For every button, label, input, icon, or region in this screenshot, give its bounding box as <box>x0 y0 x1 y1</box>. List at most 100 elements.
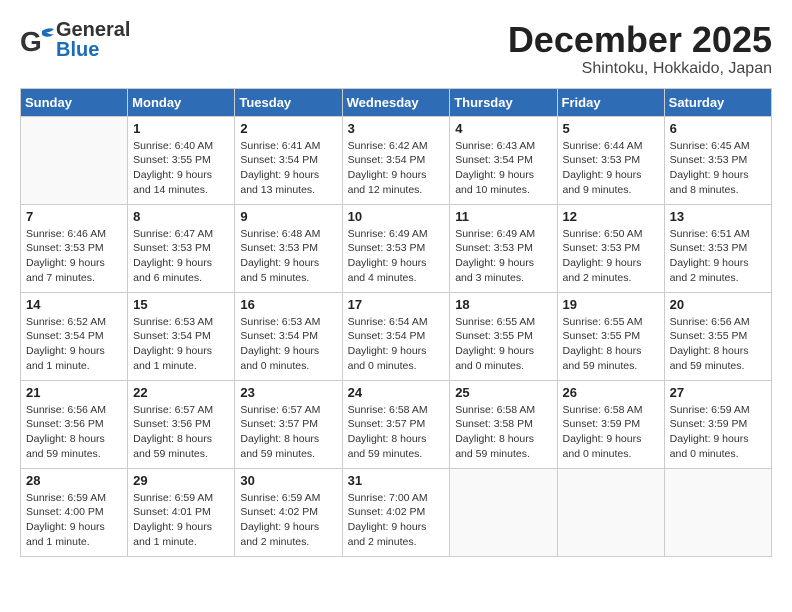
day-number: 31 <box>348 473 445 488</box>
calendar-cell <box>21 116 128 204</box>
day-number: 7 <box>26 209 122 224</box>
calendar-cell: 27 Sunrise: 6:59 AM Sunset: 3:59 PM Dayli… <box>664 380 771 468</box>
calendar-cell: 30Sunrise: 6:59 AM Sunset: 4:02 PM Dayli… <box>235 468 342 556</box>
day-number: 26 <box>563 385 659 400</box>
calendar-cell: 4Sunrise: 6:43 AM Sunset: 3:54 PM Daylig… <box>450 116 557 204</box>
day-info: Sunrise: 6:40 AM Sunset: 3:55 PM Dayligh… <box>133 139 229 198</box>
day-info: Sunrise: 6:58 AM Sunset: 3:57 PM Dayligh… <box>348 403 445 462</box>
day-header-monday: Monday <box>128 88 235 116</box>
calendar-cell: 29 Sunrise: 6:59 AM Sunset: 4:01 PM Dayli… <box>128 468 235 556</box>
day-number: 10 <box>348 209 445 224</box>
calendar-cell: 21Sunrise: 6:56 AM Sunset: 3:56 PM Dayli… <box>21 380 128 468</box>
calendar-cell: 10 Sunrise: 6:49 AM Sunset: 3:53 PM Dayli… <box>342 204 450 292</box>
day-info: Sunrise: 6:47 AM Sunset: 3:53 PM Dayligh… <box>133 227 229 286</box>
day-info: Sunrise: 6:50 AM Sunset: 3:53 PM Dayligh… <box>563 227 659 286</box>
day-header-wednesday: Wednesday <box>342 88 450 116</box>
calendar-cell: 5 Sunrise: 6:44 AM Sunset: 3:53 PM Daylig… <box>557 116 664 204</box>
calendar-cell: 2 Sunrise: 6:41 AM Sunset: 3:54 PM Daylig… <box>235 116 342 204</box>
calendar-cell: 24 Sunrise: 6:58 AM Sunset: 3:57 PM Dayli… <box>342 380 450 468</box>
day-number: 20 <box>670 297 766 312</box>
calendar-week-3: 14Sunrise: 6:52 AM Sunset: 3:54 PM Dayli… <box>21 292 772 380</box>
day-number: 28 <box>26 473 122 488</box>
day-number: 5 <box>563 121 659 136</box>
day-number: 14 <box>26 297 122 312</box>
calendar-cell: 26 Sunrise: 6:58 AM Sunset: 3:59 PM Dayli… <box>557 380 664 468</box>
day-number: 24 <box>348 385 445 400</box>
day-info: Sunrise: 7:00 AM Sunset: 4:02 PM Dayligh… <box>348 491 445 550</box>
day-info: Sunrise: 6:56 AM Sunset: 3:55 PM Dayligh… <box>670 315 766 374</box>
calendar-cell: 11 Sunrise: 6:49 AM Sunset: 3:53 PM Dayli… <box>450 204 557 292</box>
calendar-cell: 28 Sunrise: 6:59 AM Sunset: 4:00 PM Dayli… <box>21 468 128 556</box>
calendar-cell: 17 Sunrise: 6:54 AM Sunset: 3:54 PM Dayli… <box>342 292 450 380</box>
day-number: 15 <box>133 297 229 312</box>
day-info: Sunrise: 6:49 AM Sunset: 3:53 PM Dayligh… <box>455 227 551 286</box>
day-number: 23 <box>240 385 336 400</box>
calendar-week-2: 7 Sunrise: 6:46 AM Sunset: 3:53 PM Daylig… <box>21 204 772 292</box>
day-number: 27 <box>670 385 766 400</box>
day-number: 21 <box>26 385 122 400</box>
day-info: Sunrise: 6:58 AM Sunset: 3:59 PM Dayligh… <box>563 403 659 462</box>
page-header: G General Blue December 2025 Shintoku, H… <box>20 20 772 78</box>
day-number: 18 <box>455 297 551 312</box>
day-info: Sunrise: 6:44 AM Sunset: 3:53 PM Dayligh… <box>563 139 659 198</box>
month-title: December 2025 <box>508 20 772 60</box>
logo-icon: G <box>20 23 54 57</box>
day-info: Sunrise: 6:53 AM Sunset: 3:54 PM Dayligh… <box>133 315 229 374</box>
day-info: Sunrise: 6:58 AM Sunset: 3:58 PM Dayligh… <box>455 403 551 462</box>
calendar-cell: 7 Sunrise: 6:46 AM Sunset: 3:53 PM Daylig… <box>21 204 128 292</box>
day-number: 17 <box>348 297 445 312</box>
day-number: 3 <box>348 121 445 136</box>
calendar-week-5: 28 Sunrise: 6:59 AM Sunset: 4:00 PM Dayli… <box>21 468 772 556</box>
calendar-cell: 12 Sunrise: 6:50 AM Sunset: 3:53 PM Dayli… <box>557 204 664 292</box>
svg-text:G: G <box>20 26 42 57</box>
day-info: Sunrise: 6:45 AM Sunset: 3:53 PM Dayligh… <box>670 139 766 198</box>
day-number: 6 <box>670 121 766 136</box>
day-number: 11 <box>455 209 551 224</box>
day-number: 13 <box>670 209 766 224</box>
calendar-cell: 9Sunrise: 6:48 AM Sunset: 3:53 PM Daylig… <box>235 204 342 292</box>
day-info: Sunrise: 6:48 AM Sunset: 3:53 PM Dayligh… <box>240 227 336 286</box>
location-title: Shintoku, Hokkaido, Japan <box>508 60 772 78</box>
day-info: Sunrise: 6:59 AM Sunset: 4:01 PM Dayligh… <box>133 491 229 550</box>
logo: G General Blue <box>20 20 130 60</box>
calendar-cell: 20 Sunrise: 6:56 AM Sunset: 3:55 PM Dayli… <box>664 292 771 380</box>
day-number: 29 <box>133 473 229 488</box>
calendar-cell: 25 Sunrise: 6:58 AM Sunset: 3:58 PM Dayli… <box>450 380 557 468</box>
day-info: Sunrise: 6:46 AM Sunset: 3:53 PM Dayligh… <box>26 227 122 286</box>
calendar-cell: 1Sunrise: 6:40 AM Sunset: 3:55 PM Daylig… <box>128 116 235 204</box>
calendar-cell: 14Sunrise: 6:52 AM Sunset: 3:54 PM Dayli… <box>21 292 128 380</box>
day-info: Sunrise: 6:57 AM Sunset: 3:57 PM Dayligh… <box>240 403 336 462</box>
day-info: Sunrise: 6:55 AM Sunset: 3:55 PM Dayligh… <box>455 315 551 374</box>
day-number: 22 <box>133 385 229 400</box>
day-info: Sunrise: 6:59 AM Sunset: 4:00 PM Dayligh… <box>26 491 122 550</box>
day-info: Sunrise: 6:59 AM Sunset: 3:59 PM Dayligh… <box>670 403 766 462</box>
logo-blue-text: Blue <box>56 40 130 60</box>
calendar-cell: 18 Sunrise: 6:55 AM Sunset: 3:55 PM Dayli… <box>450 292 557 380</box>
day-info: Sunrise: 6:51 AM Sunset: 3:53 PM Dayligh… <box>670 227 766 286</box>
day-number: 30 <box>240 473 336 488</box>
calendar-cell: 19 Sunrise: 6:55 AM Sunset: 3:55 PM Dayli… <box>557 292 664 380</box>
day-number: 19 <box>563 297 659 312</box>
day-number: 12 <box>563 209 659 224</box>
calendar-week-1: 1Sunrise: 6:40 AM Sunset: 3:55 PM Daylig… <box>21 116 772 204</box>
title-block: December 2025 Shintoku, Hokkaido, Japan <box>508 20 772 78</box>
calendar-cell: 13 Sunrise: 6:51 AM Sunset: 3:53 PM Dayli… <box>664 204 771 292</box>
day-header-sunday: Sunday <box>21 88 128 116</box>
day-info: Sunrise: 6:49 AM Sunset: 3:53 PM Dayligh… <box>348 227 445 286</box>
day-info: Sunrise: 6:53 AM Sunset: 3:54 PM Dayligh… <box>240 315 336 374</box>
day-info: Sunrise: 6:57 AM Sunset: 3:56 PM Dayligh… <box>133 403 229 462</box>
calendar-week-4: 21Sunrise: 6:56 AM Sunset: 3:56 PM Dayli… <box>21 380 772 468</box>
day-number: 16 <box>240 297 336 312</box>
day-info: Sunrise: 6:55 AM Sunset: 3:55 PM Dayligh… <box>563 315 659 374</box>
calendar-cell <box>557 468 664 556</box>
day-info: Sunrise: 6:43 AM Sunset: 3:54 PM Dayligh… <box>455 139 551 198</box>
day-info: Sunrise: 6:41 AM Sunset: 3:54 PM Dayligh… <box>240 139 336 198</box>
day-number: 25 <box>455 385 551 400</box>
calendar-cell: 8Sunrise: 6:47 AM Sunset: 3:53 PM Daylig… <box>128 204 235 292</box>
calendar-cell: 31 Sunrise: 7:00 AM Sunset: 4:02 PM Dayli… <box>342 468 450 556</box>
day-info: Sunrise: 6:54 AM Sunset: 3:54 PM Dayligh… <box>348 315 445 374</box>
day-number: 2 <box>240 121 336 136</box>
calendar-cell: 15 Sunrise: 6:53 AM Sunset: 3:54 PM Dayli… <box>128 292 235 380</box>
day-header-tuesday: Tuesday <box>235 88 342 116</box>
day-header-thursday: Thursday <box>450 88 557 116</box>
